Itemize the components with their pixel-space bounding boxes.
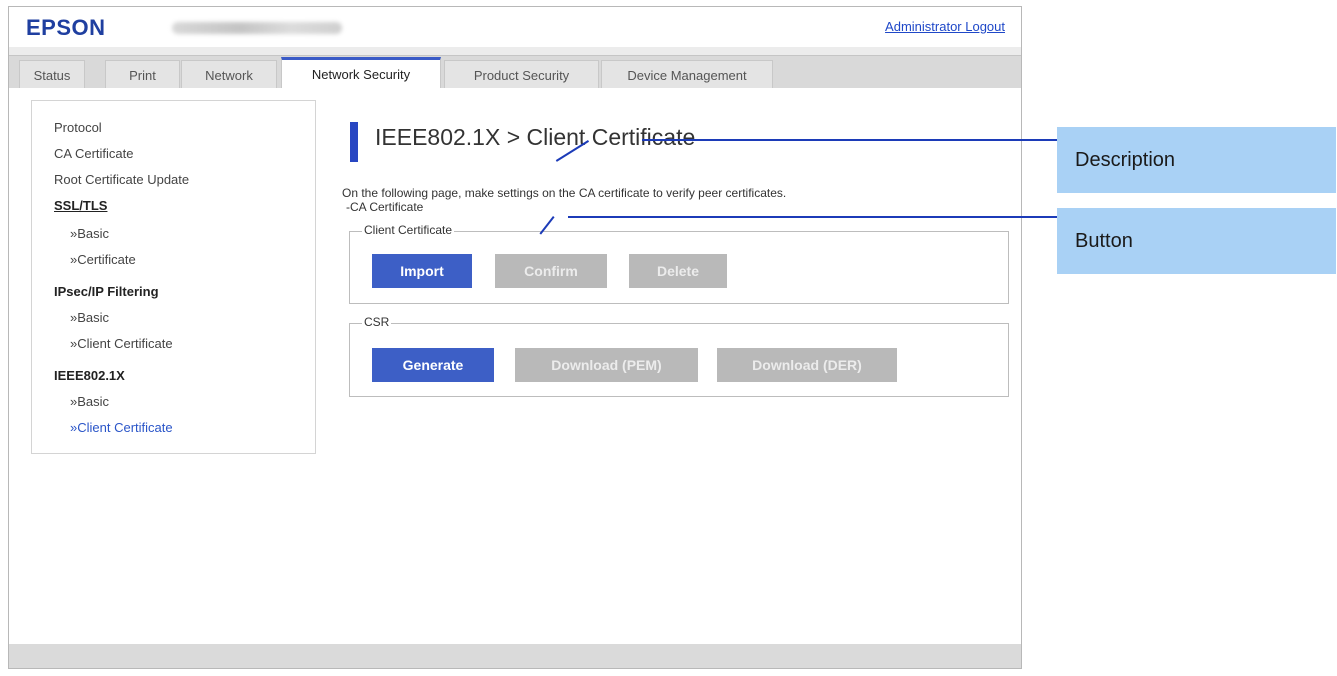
epson-logo: EPSON <box>26 15 106 40</box>
tab-product-security[interactable]: Product Security <box>444 60 599 89</box>
delete-button[interactable]: Delete <box>629 254 727 288</box>
description-callout-connector <box>1030 139 1058 141</box>
csr-legend: CSR <box>362 315 392 329</box>
description-callout-box: Description <box>1057 127 1336 193</box>
sidebar-item-root-certificate-update[interactable]: Root Certificate Update <box>54 172 189 187</box>
page-header: EPSON Administrator Logout <box>9 7 1021 47</box>
page-footer <box>9 644 1021 668</box>
main-content: Protocol CA Certificate Root Certificate… <box>9 88 1021 646</box>
sidebar-item-ssl-basic[interactable]: »Basic <box>70 226 109 241</box>
sidebar-heading-ssl-tls: SSL/TLS <box>54 198 108 213</box>
description-line-2: -CA Certificate <box>346 200 424 214</box>
download-der-button[interactable]: Download (DER) <box>717 348 897 382</box>
tab-print[interactable]: Print <box>105 60 180 89</box>
browser-window: EPSON Administrator Logout Status Print … <box>8 6 1022 669</box>
tab-status[interactable]: Status <box>19 60 85 89</box>
sidebar-item-ipsec-client-certificate[interactable]: »Client Certificate <box>70 336 173 351</box>
tab-bar: Status Print Network Network Security Pr… <box>9 55 1021 90</box>
button-callout-box: Button <box>1057 208 1336 274</box>
administrator-logout-link[interactable]: Administrator Logout <box>885 19 1005 34</box>
sidebar-item-ieee-client-certificate[interactable]: »Client Certificate <box>70 420 173 435</box>
confirm-button[interactable]: Confirm <box>495 254 607 288</box>
description-line-1: On the following page, make settings on … <box>342 186 787 200</box>
tab-network[interactable]: Network <box>181 60 277 89</box>
tab-network-security[interactable]: Network Security <box>281 57 441 90</box>
printer-model-name-blurred <box>172 22 342 34</box>
sidebar: Protocol CA Certificate Root Certificate… <box>31 100 316 454</box>
sidebar-item-protocol[interactable]: Protocol <box>54 120 102 135</box>
sidebar-heading-ieee8021x: IEEE802.1X <box>54 368 125 383</box>
client-certificate-group: Client Certificate Import Confirm Delete <box>349 223 1009 304</box>
sidebar-item-ssl-certificate[interactable]: »Certificate <box>70 252 136 267</box>
button-callout-line <box>568 216 1058 218</box>
description-callout-line <box>642 139 1032 141</box>
sidebar-item-ieee-basic[interactable]: »Basic <box>70 394 109 409</box>
tab-device-management[interactable]: Device Management <box>601 60 773 89</box>
generate-button[interactable]: Generate <box>372 348 494 382</box>
download-pem-button[interactable]: Download (PEM) <box>515 348 698 382</box>
csr-group: CSR Generate Download (PEM) Download (DE… <box>349 315 1009 397</box>
page-title: IEEE802.1X > Client Certificate <box>375 124 696 150</box>
client-certificate-legend: Client Certificate <box>362 223 455 237</box>
page-description: On the following page, make settings on … <box>342 186 786 214</box>
sidebar-item-ipsec-basic[interactable]: »Basic <box>70 310 109 325</box>
sidebar-heading-ipsec: IPsec/IP Filtering <box>54 284 159 299</box>
import-button[interactable]: Import <box>372 254 472 288</box>
sidebar-item-ca-certificate[interactable]: CA Certificate <box>54 146 133 161</box>
title-accent-bar <box>350 122 358 162</box>
